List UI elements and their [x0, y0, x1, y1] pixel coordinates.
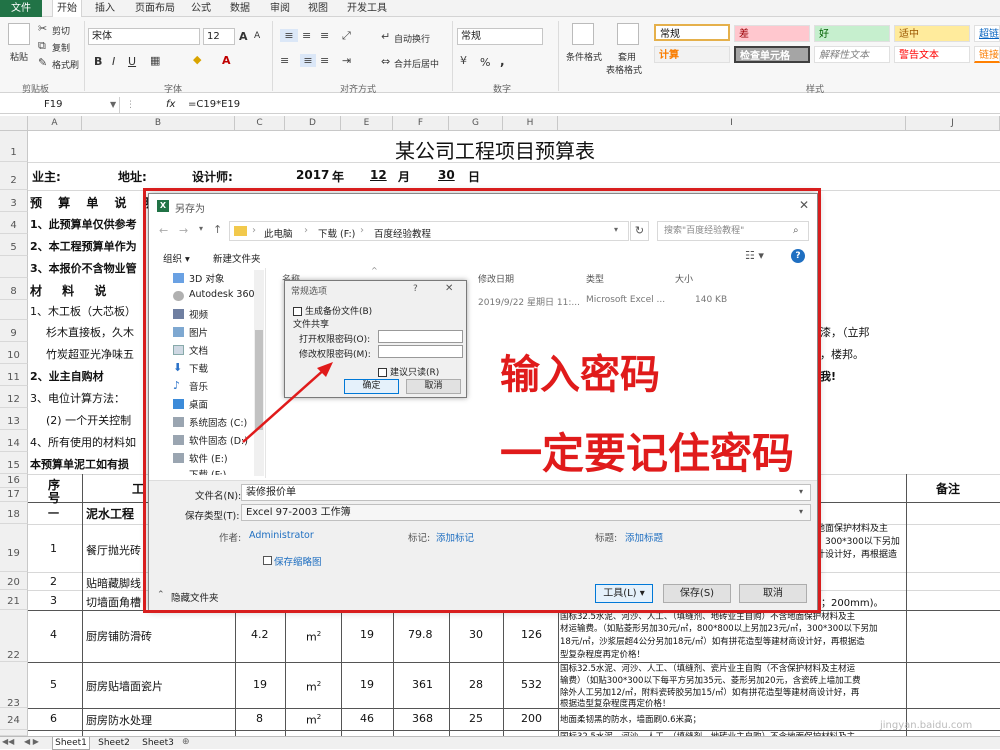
watermark: jingyan.baidu.com — [880, 720, 973, 731]
arrow-line — [242, 367, 327, 443]
annotation-enter-password: 输入密码 — [500, 352, 660, 398]
annotation-remember-password: 一定要记住密码 — [500, 429, 795, 478]
